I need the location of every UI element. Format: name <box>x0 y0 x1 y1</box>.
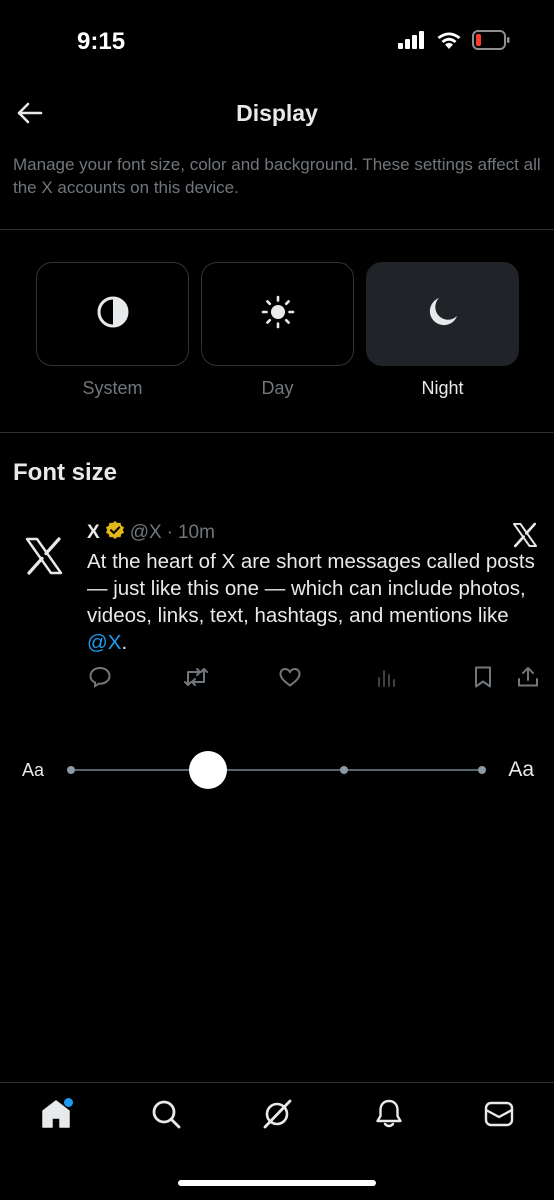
home-indicator <box>178 1180 376 1186</box>
views-button[interactable] <box>374 666 400 692</box>
grok-icon <box>260 1097 294 1136</box>
contrast-icon <box>96 295 130 334</box>
post-text: At the heart of X are short messages cal… <box>87 548 537 656</box>
font-size-slider-track[interactable] <box>71 769 482 771</box>
like-button[interactable] <box>277 666 303 692</box>
reply-button[interactable] <box>87 666 113 692</box>
post-handle: @X <box>129 522 162 543</box>
share-button[interactable] <box>515 666 541 692</box>
theme-option-night[interactable]: Night <box>366 262 519 399</box>
tab-grok[interactable] <box>260 1099 294 1133</box>
theme-option-day[interactable]: Day <box>201 262 354 399</box>
tab-messages[interactable] <box>482 1099 516 1133</box>
battery-low-icon <box>472 30 510 55</box>
divider <box>0 229 554 230</box>
post-text-end: . <box>121 631 128 654</box>
font-size-step[interactable] <box>67 766 75 774</box>
verified-badge-icon <box>105 520 125 546</box>
theme-box-day[interactable] <box>201 262 354 366</box>
status-icons <box>398 30 510 55</box>
share-icon <box>516 665 540 694</box>
post-author-name: X <box>87 522 100 543</box>
post-separator: · <box>166 522 173 543</box>
page-title: Display <box>236 100 318 126</box>
theme-option-system[interactable]: System <box>36 262 189 399</box>
divider <box>0 432 554 433</box>
font-size-slider-row: Aa Aa <box>0 748 554 792</box>
wifi-icon <box>436 31 462 55</box>
font-size-small-label: Aa <box>22 760 45 780</box>
post-header: X @X · 10m <box>87 520 215 546</box>
theme-label-night: Night <box>421 378 464 398</box>
tab-notifications[interactable] <box>372 1099 406 1133</box>
font-size-step[interactable] <box>340 766 348 774</box>
bookmark-icon <box>472 665 494 694</box>
signal-icon <box>398 31 426 54</box>
home-notification-dot <box>64 1098 73 1107</box>
moon-icon <box>426 295 460 334</box>
x-logo-avatar <box>24 536 64 576</box>
theme-label-system: System <box>82 378 143 398</box>
font-size-title: Font size <box>13 459 118 486</box>
display-description: Manage your font size, color and backgro… <box>13 155 541 197</box>
status-time: 9:15 <box>77 28 126 55</box>
messages-icon <box>483 1098 515 1135</box>
tab-home[interactable] <box>39 1098 73 1133</box>
sun-icon <box>261 295 295 334</box>
header: Display <box>0 90 554 140</box>
repost-icon <box>183 665 209 694</box>
post-actions <box>87 666 542 692</box>
font-size-large-label: Aa <box>508 758 534 781</box>
tab-search[interactable] <box>149 1099 183 1133</box>
repost-button[interactable] <box>183 666 209 692</box>
theme-label-day: Day <box>261 378 294 398</box>
like-icon <box>278 665 302 694</box>
post-mention-link[interactable]: @X <box>87 631 121 654</box>
reply-icon <box>88 665 112 694</box>
font-size-step[interactable] <box>478 766 486 774</box>
views-icon <box>376 666 398 693</box>
x-logo-icon <box>512 522 538 548</box>
font-size-slider-thumb[interactable] <box>189 751 227 789</box>
status-bar: 9:15 <box>0 0 554 84</box>
theme-box-system[interactable] <box>36 262 189 366</box>
notifications-icon <box>373 1098 405 1135</box>
bookmark-button[interactable] <box>470 666 496 692</box>
post-time: 10m <box>177 522 215 543</box>
post-text-body: At the heart of X are short messages cal… <box>87 550 535 627</box>
theme-options: System Day Night <box>36 262 520 402</box>
preview-post: X @X · 10m At the heart of X are short m… <box>0 516 554 696</box>
search-icon <box>150 1098 182 1135</box>
theme-box-night[interactable] <box>366 262 519 366</box>
